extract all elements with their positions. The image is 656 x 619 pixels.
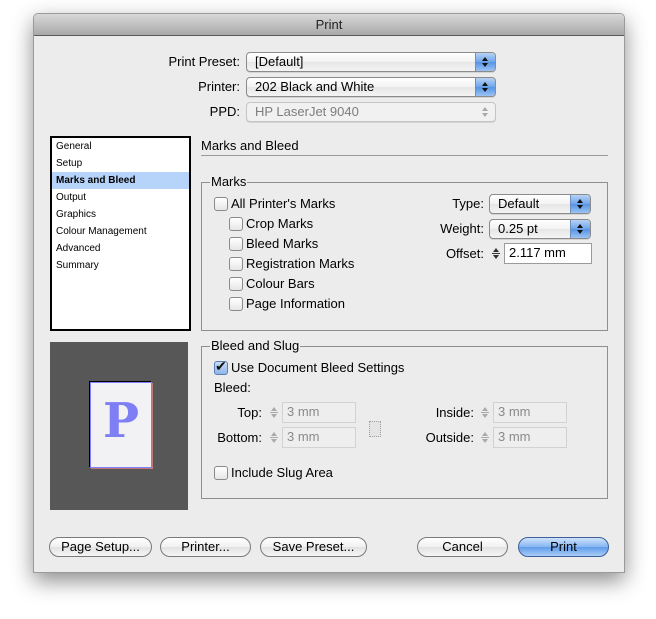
inside-value: 3 mm	[498, 404, 531, 419]
outside-label: Outside:	[425, 430, 474, 445]
bottom-value: 3 mm	[287, 429, 320, 444]
type-label: Type:	[452, 196, 484, 211]
sidebar-item-marks-and-bleed[interactable]: Marks and Bleed	[52, 172, 189, 189]
print-button[interactable]: Print	[518, 537, 609, 557]
colour-bars-checkbox[interactable]	[229, 277, 243, 291]
sidebar-item-colour-management[interactable]: Colour Management	[52, 223, 189, 240]
top-input[interactable]: 3 mm	[282, 402, 356, 423]
crop-marks-label: Crop Marks	[246, 216, 314, 231]
ppd-label: PPD:	[209, 104, 240, 119]
page-setup-button[interactable]: Page Setup...	[49, 537, 152, 557]
preview-glyph: P	[102, 393, 140, 449]
type-select[interactable]: Default	[489, 194, 591, 214]
colour-bars-label: Colour Bars	[246, 276, 315, 291]
cancel-button[interactable]: Cancel	[417, 537, 508, 557]
chevron-updown-icon	[570, 220, 590, 238]
bleed-marks-label: Bleed Marks	[246, 236, 319, 251]
section-list[interactable]: General Setup Marks and Bleed Output Gra…	[50, 136, 191, 331]
bleed-marks-checkbox[interactable]	[229, 237, 243, 251]
weight-value: 0.25 pt	[498, 221, 538, 236]
chevron-updown-icon	[570, 195, 590, 213]
print-preset-select[interactable]: [Default]	[246, 52, 496, 72]
printer-button[interactable]: Printer...	[160, 537, 251, 557]
all-printers-marks-checkbox[interactable]	[214, 197, 228, 211]
bleed-label: Bleed:	[214, 380, 251, 395]
printer-label: Printer:	[198, 79, 240, 94]
use-document-bleed-label: Use Document Bleed Settings	[231, 360, 405, 375]
stepper-divider	[481, 437, 489, 438]
outside-value: 3 mm	[498, 429, 531, 444]
print-dialog: Print Print Preset: [Default] Printer: 2…	[33, 13, 625, 573]
outside-input[interactable]: 3 mm	[493, 427, 567, 448]
inside-stepper[interactable]	[479, 403, 491, 422]
include-slug-checkbox[interactable]	[214, 466, 228, 480]
chain-link-icon[interactable]	[369, 421, 381, 437]
chevron-updown-icon	[475, 78, 495, 96]
weight-label: Weight:	[440, 221, 484, 236]
offset-label: Offset:	[445, 246, 484, 261]
section-title: Marks and Bleed	[201, 138, 299, 153]
page-information-checkbox[interactable]	[229, 297, 243, 311]
save-preset-button[interactable]: Save Preset...	[260, 537, 367, 557]
chevron-updown-icon	[475, 53, 495, 71]
preview-page: P	[90, 382, 152, 468]
use-document-bleed-checkbox[interactable]	[214, 358, 228, 375]
sidebar-item-output[interactable]: Output	[52, 189, 189, 206]
registration-marks-checkbox[interactable]	[229, 257, 243, 271]
title-bar: Print	[34, 14, 624, 36]
type-value: Default	[498, 196, 540, 211]
top-label: Top:	[237, 405, 262, 420]
page-information-label: Page Information	[246, 296, 346, 311]
inside-label: Inside:	[435, 405, 474, 420]
page-preview: P	[50, 342, 188, 510]
bottom-stepper[interactable]	[268, 428, 280, 447]
weight-select[interactable]: 0.25 pt	[489, 219, 591, 239]
stepper-divider	[492, 253, 500, 254]
bottom-input[interactable]: 3 mm	[282, 427, 356, 448]
sidebar-item-setup[interactable]: Setup	[52, 155, 189, 172]
stepper-divider	[481, 412, 489, 413]
include-slug-label: Include Slug Area	[231, 465, 333, 480]
offset-input[interactable]: 2.117 mm	[504, 243, 592, 264]
window-title: Print	[315, 17, 343, 32]
sidebar-item-graphics[interactable]: Graphics	[52, 206, 189, 223]
ppd-value: HP LaserJet 9040	[255, 104, 359, 119]
print-preset-label: Print Preset:	[168, 54, 240, 69]
print-preset-value: [Default]	[255, 54, 304, 69]
outside-stepper[interactable]	[479, 428, 491, 447]
all-printers-marks-label: All Printer's Marks	[231, 196, 336, 211]
section-divider	[201, 155, 608, 156]
ppd-select[interactable]: HP LaserJet 9040	[246, 102, 496, 122]
stepper-divider	[270, 412, 278, 413]
printer-select[interactable]: 202 Black and White	[246, 77, 496, 97]
sidebar-item-advanced[interactable]: Advanced	[52, 240, 189, 257]
sidebar-item-summary[interactable]: Summary	[52, 257, 189, 274]
top-value: 3 mm	[287, 404, 320, 419]
crop-marks-checkbox[interactable]	[229, 217, 243, 231]
chevron-updown-icon	[476, 103, 495, 121]
bleed-slug-legend: Bleed and Slug	[210, 338, 301, 353]
top-stepper[interactable]	[268, 403, 280, 422]
printer-value: 202 Black and White	[255, 79, 375, 94]
offset-value: 2.117 mm	[509, 245, 566, 260]
offset-stepper[interactable]	[490, 244, 502, 263]
inside-input[interactable]: 3 mm	[493, 402, 567, 423]
bottom-label: Bottom:	[217, 430, 262, 445]
marks-legend: Marks	[210, 174, 248, 189]
registration-marks-label: Registration Marks	[246, 256, 355, 271]
sidebar-item-general[interactable]: General	[52, 138, 189, 155]
stepper-divider	[270, 437, 278, 438]
